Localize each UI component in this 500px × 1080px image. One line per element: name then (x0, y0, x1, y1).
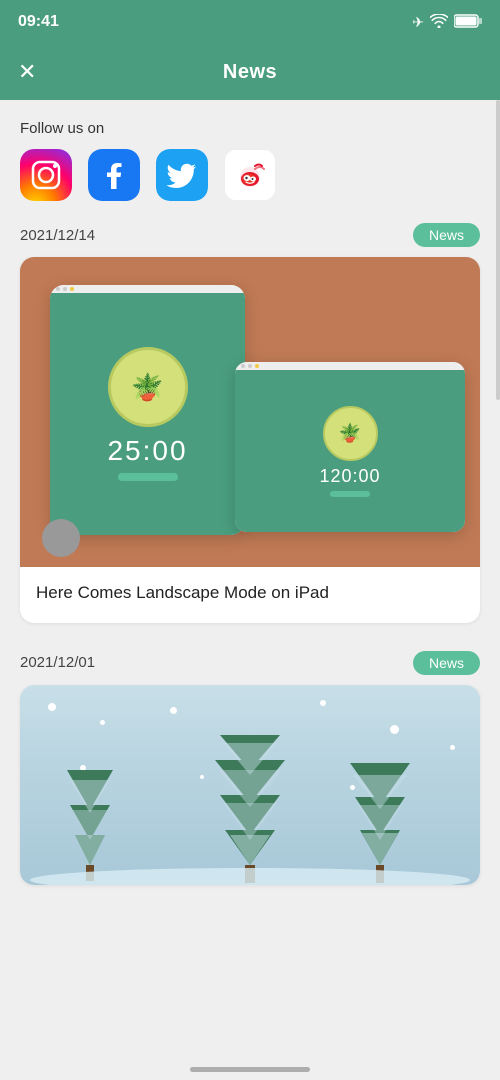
weibo-icon[interactable] (224, 149, 276, 201)
ipad-front-screen: 🪴 120:00 (235, 370, 465, 532)
snow-dot (170, 707, 177, 714)
fruit-bowl: 🪴 (108, 347, 188, 427)
dot-yellow (70, 287, 74, 291)
fruit-bowl-sm: 🪴 (323, 406, 378, 461)
home-indicator (190, 1067, 310, 1072)
bowl-icon-sm: 🪴 (339, 423, 361, 444)
close-button[interactable]: ✕ (18, 61, 36, 83)
ipad-front: 🪴 120:00 (235, 362, 465, 532)
news-date-1: 2021/12/14 (20, 227, 95, 244)
status-icons: ✈ (412, 14, 482, 31)
news-card-2[interactable] (20, 685, 480, 885)
timer-display: 25:00 (107, 435, 187, 467)
bowl-icon: 🪴 (131, 372, 163, 403)
header-title: News (223, 61, 277, 84)
dot (248, 364, 252, 368)
airplane-icon: ✈ (412, 14, 424, 31)
dot (56, 287, 60, 291)
news-card-1[interactable]: 🪴 25:00 (20, 257, 480, 623)
winter-trees (20, 725, 480, 885)
social-icons-row (20, 149, 480, 201)
twitter-icon[interactable] (156, 149, 208, 201)
content: Follow us on (0, 100, 500, 915)
status-time: 09:41 (18, 13, 59, 31)
timer-progress (118, 473, 178, 481)
dot-yellow (255, 364, 259, 368)
facebook-icon[interactable] (88, 149, 140, 201)
news-title-1: Here Comes Landscape Mode on iPad (20, 567, 480, 623)
news-tag-2: News (413, 651, 480, 675)
battery-icon (454, 14, 482, 31)
ipad-back-screen: 🪴 25:00 (50, 293, 245, 535)
news-item-1: 2021/12/14 News 🪴 (20, 223, 480, 623)
follow-section: Follow us on (20, 120, 480, 201)
status-bar: 09:41 ✈ (0, 0, 500, 44)
header: ✕ News (0, 44, 500, 100)
news-image-2 (20, 685, 480, 885)
news-date-2: 2021/12/01 (20, 654, 95, 671)
follow-label: Follow us on (20, 120, 480, 137)
dot (63, 287, 67, 291)
news-meta-2: 2021/12/01 News (20, 651, 480, 675)
news-image-1: 🪴 25:00 (20, 257, 480, 567)
ipad-front-bar (235, 362, 465, 370)
scrollbar[interactable] (496, 100, 500, 400)
dot (241, 364, 245, 368)
ipad-wrapper: 🪴 25:00 (20, 257, 480, 567)
snow-dot (320, 700, 326, 706)
timer-display-sm: 120:00 (319, 466, 380, 487)
ipad-back-bar (50, 285, 245, 293)
snow-dot (48, 703, 56, 711)
news-tag-1: News (413, 223, 480, 247)
avatar (42, 519, 80, 557)
instagram-icon[interactable] (20, 149, 72, 201)
timer-progress-sm (330, 491, 370, 497)
news-meta-1: 2021/12/14 News (20, 223, 480, 247)
ipad-back: 🪴 25:00 (50, 285, 245, 535)
wifi-icon (430, 14, 448, 31)
news-item-2: 2021/12/01 News (20, 651, 480, 885)
